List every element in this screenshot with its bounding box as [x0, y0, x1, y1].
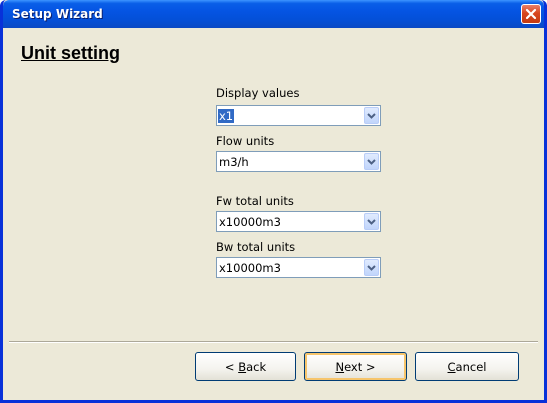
display-values-dropdown-button[interactable]	[364, 107, 379, 124]
divider	[9, 341, 538, 343]
bw-total-units-select[interactable]: x10000m3	[216, 257, 381, 278]
cancel-button[interactable]: Cancel	[415, 352, 519, 381]
chevron-down-icon	[367, 264, 376, 271]
flow-units-label: Flow units	[216, 134, 275, 148]
display-values-value: x1	[218, 109, 235, 123]
back-button-label: ack	[246, 359, 267, 374]
next-button[interactable]: Next >	[304, 352, 407, 381]
back-button-prefix: <	[224, 359, 239, 374]
flow-units-select[interactable]: m3/h	[216, 151, 381, 172]
bw-total-units-label: Bw total units	[216, 240, 296, 254]
back-button[interactable]: < Back	[195, 352, 296, 381]
fw-total-units-value: x10000m3	[219, 215, 281, 229]
next-button-mnemonic: N	[335, 359, 345, 374]
title-bar[interactable]: Setup Wizard	[3, 0, 544, 28]
display-values-label: Display values	[216, 86, 300, 100]
cancel-button-mnemonic: C	[447, 359, 456, 374]
chevron-down-icon	[367, 158, 376, 165]
fw-total-units-label: Fw total units	[216, 194, 294, 208]
cancel-button-label: ancel	[455, 359, 487, 374]
fw-total-units-dropdown-button[interactable]	[364, 213, 379, 230]
chevron-down-icon	[367, 112, 376, 119]
display-values-select[interactable]: x1	[216, 105, 381, 126]
back-button-mnemonic: B	[238, 359, 247, 374]
bw-total-units-value: x10000m3	[219, 261, 281, 275]
close-icon	[525, 8, 537, 20]
next-button-label: ext >	[344, 359, 376, 374]
setup-wizard-window: Setup Wizard Unit setting Display values…	[0, 0, 547, 403]
close-button[interactable]	[521, 4, 541, 24]
chevron-down-icon	[367, 218, 376, 225]
bw-total-units-dropdown-button[interactable]	[364, 259, 379, 276]
flow-units-dropdown-button[interactable]	[364, 153, 379, 170]
page-title: Unit setting	[21, 43, 120, 63]
flow-units-value: m3/h	[219, 155, 249, 169]
fw-total-units-select[interactable]: x10000m3	[216, 211, 381, 232]
window-title: Setup Wizard	[12, 7, 103, 21]
